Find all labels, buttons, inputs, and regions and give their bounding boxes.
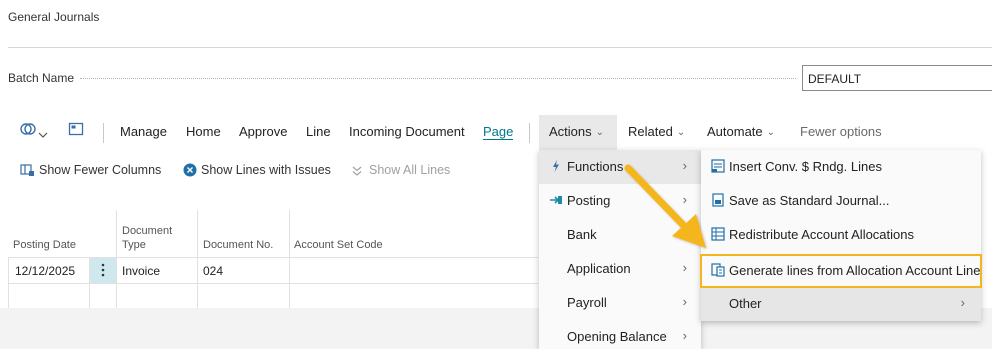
menu-item-redistribute-label: Redistribute Account Allocations — [729, 227, 914, 242]
menu-item-generate-lines-from-allocation[interactable]: Generate lines from Allocation Account L… — [701, 254, 981, 288]
row-action-menu-button[interactable] — [90, 258, 116, 283]
show-all-lines-button[interactable]: Show All Lines — [369, 163, 450, 177]
cell-posting-date[interactable]: 12/12/2025 — [15, 264, 75, 278]
menu-item-posting-label: Posting — [567, 193, 611, 208]
dropdown-chevron-icon[interactable] — [38, 126, 48, 144]
tab-line[interactable]: Line — [306, 124, 331, 139]
tab-related[interactable]: Related ⌄ — [628, 124, 685, 139]
table-row[interactable]: 12/12/2025 Invoice 024 — [8, 258, 538, 283]
toolbar-separator-2 — [529, 123, 530, 143]
more-options-icon — [101, 263, 105, 282]
chevron-down-icon: ⌄ — [595, 127, 605, 138]
page-title: General Journals — [8, 10, 100, 24]
fewer-options-button[interactable]: Fewer options — [800, 124, 882, 139]
menu-item-payroll[interactable]: Payroll › — [539, 286, 701, 320]
toolbar-separator — [103, 123, 104, 143]
show-fewer-columns-icon — [20, 163, 34, 182]
col-header-account-set-code[interactable]: Account Set Code — [294, 238, 383, 252]
menu-item-generate-lines-label: Generate lines from Allocation Account L… — [729, 263, 981, 278]
functions-submenu: Insert Conv. $ Rndg. Lines Save as Stand… — [701, 150, 981, 321]
tab-approve[interactable]: Approve — [239, 124, 287, 139]
chevron-right-icon: › — [682, 294, 687, 309]
batch-name-field[interactable]: DEFAULT — [802, 65, 992, 91]
tab-actions-label: Actions — [549, 124, 592, 139]
header-divider — [8, 47, 992, 48]
open-in-panel-icon[interactable] — [68, 121, 84, 142]
menu-item-redistribute-account-allocations[interactable]: Redistribute Account Allocations — [701, 218, 981, 252]
menu-item-payroll-label: Payroll — [567, 295, 607, 310]
batch-name-label: Batch Name — [8, 71, 75, 85]
dataverse-icon[interactable] — [20, 121, 36, 142]
show-lines-with-issues-button[interactable]: Show Lines with Issues — [201, 163, 331, 177]
tab-actions[interactable]: Actions ⌄ — [549, 124, 604, 139]
tab-incoming-document[interactable]: Incoming Document — [349, 124, 465, 139]
menu-item-insert-conv-label: Insert Conv. $ Rndg. Lines — [729, 159, 882, 174]
chevron-right-icon: › — [960, 295, 965, 310]
chevron-down-icon: ⌄ — [676, 127, 686, 138]
generate-lines-icon — [711, 263, 725, 277]
tab-manage[interactable]: Manage — [120, 124, 167, 139]
col-header-document-type-line1: Document — [122, 225, 173, 237]
chevron-down-icon: ⌄ — [766, 127, 776, 138]
menu-item-save-as-standard-journal[interactable]: Save as Standard Journal... — [701, 184, 981, 218]
col-header-document-no[interactable]: Document No. — [203, 238, 273, 252]
tab-home[interactable]: Home — [186, 124, 221, 139]
close-circle-icon — [183, 163, 197, 182]
menu-item-opening-balance-label: Opening Balance — [567, 329, 667, 344]
grid-line — [8, 283, 538, 284]
show-fewer-columns-button[interactable]: Show Fewer Columns — [39, 163, 161, 177]
col-header-posting-date[interactable]: Posting Date — [13, 238, 76, 252]
menu-item-other-label: Other — [729, 296, 762, 311]
menu-item-other[interactable]: Other › — [701, 287, 981, 321]
tab-automate-label: Automate — [707, 124, 763, 139]
menu-item-save-standard-label: Save as Standard Journal... — [729, 193, 890, 208]
tab-automate[interactable]: Automate ⌄ — [707, 124, 775, 139]
post-icon — [549, 193, 563, 207]
menu-item-opening-balance[interactable]: Opening Balance › — [539, 320, 701, 349]
menu-item-insert-conv-rndg-lines[interactable]: Insert Conv. $ Rndg. Lines — [701, 150, 981, 184]
double-chevron-down-icon — [351, 164, 363, 182]
tab-page[interactable]: Page — [483, 124, 514, 140]
col-header-document-type-line2: Type — [122, 239, 146, 251]
menu-item-bank-label: Bank — [567, 227, 597, 242]
batch-name-leader-dots — [80, 78, 796, 79]
chevron-right-icon: › — [682, 328, 687, 343]
lightning-icon — [549, 159, 563, 173]
cell-document-no[interactable]: 024 — [203, 264, 223, 278]
tab-related-label: Related — [628, 124, 673, 139]
col-header-document-type[interactable]: Document Type — [122, 224, 172, 252]
cell-document-type[interactable]: Invoice — [122, 264, 160, 278]
annotation-arrow-icon — [624, 164, 706, 248]
